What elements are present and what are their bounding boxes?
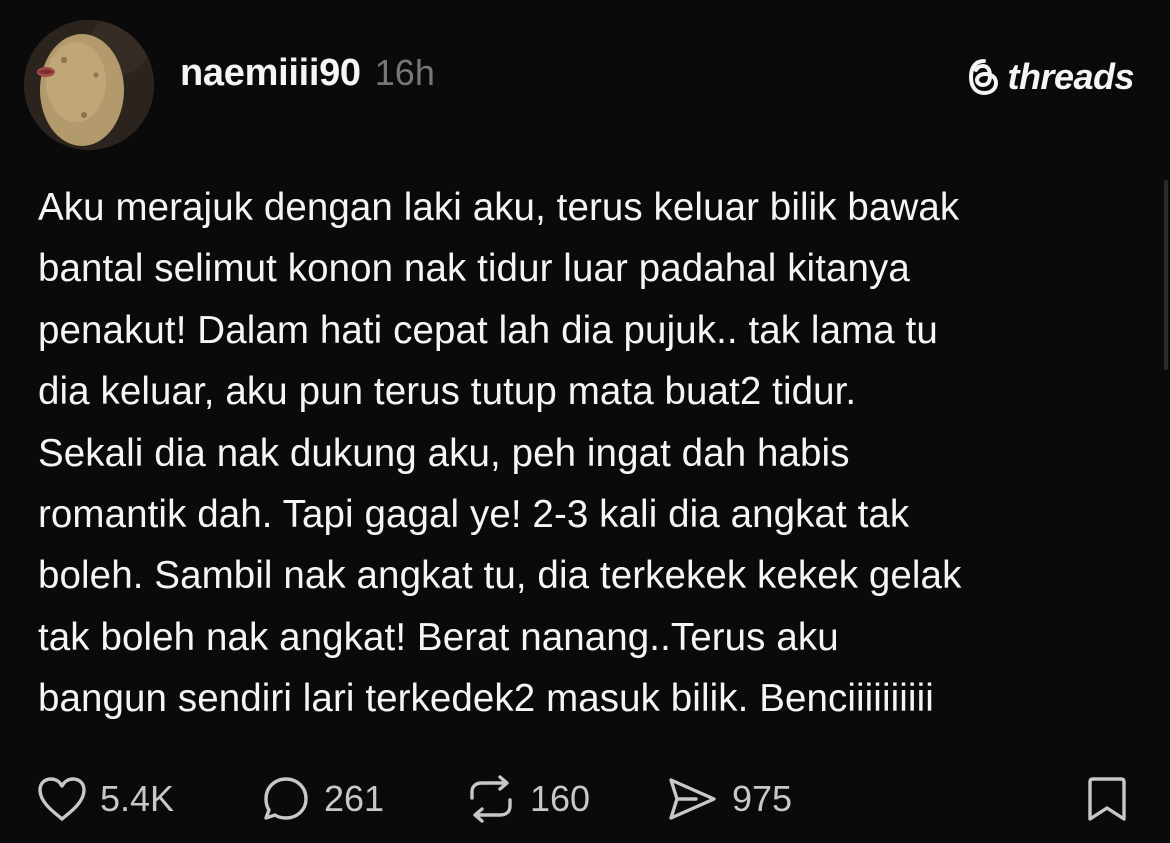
threads-logo-icon bbox=[969, 59, 999, 96]
username[interactable]: naemiiii90 bbox=[180, 52, 361, 95]
like-button[interactable]: 5.4K bbox=[36, 772, 174, 826]
avatar-image bbox=[24, 20, 154, 150]
repost-button[interactable]: 160 bbox=[464, 772, 590, 826]
threads-brand: threads bbox=[967, 56, 1134, 98]
avatar[interactable] bbox=[24, 20, 154, 150]
comment-icon bbox=[264, 777, 308, 820]
threads-post: naemiiii90 16h threads Aku merajuk denga… bbox=[0, 0, 1170, 843]
threads-wordmark: threads bbox=[1007, 56, 1134, 97]
scrollbar[interactable] bbox=[1164, 180, 1168, 370]
share-count: 975 bbox=[732, 778, 793, 819]
repost-count: 160 bbox=[530, 778, 591, 819]
reply-count: 261 bbox=[324, 778, 385, 819]
post-header: naemiiii90 16h bbox=[180, 52, 435, 104]
post-actions: 5.4K 261 160 975 bbox=[36, 772, 1136, 826]
share-button[interactable]: 975 bbox=[666, 772, 792, 826]
heart-icon bbox=[38, 777, 86, 821]
timestamp: 16h bbox=[374, 52, 435, 93]
share-icon bbox=[669, 778, 716, 820]
reply-button[interactable]: 261 bbox=[260, 772, 384, 826]
bookmark-button[interactable] bbox=[1086, 772, 1128, 826]
post-text: Aku merajuk dengan laki aku, terus kelua… bbox=[38, 186, 962, 721]
like-count: 5.4K bbox=[100, 778, 175, 819]
bookmark-icon bbox=[1088, 777, 1126, 821]
repost-icon bbox=[470, 775, 512, 823]
